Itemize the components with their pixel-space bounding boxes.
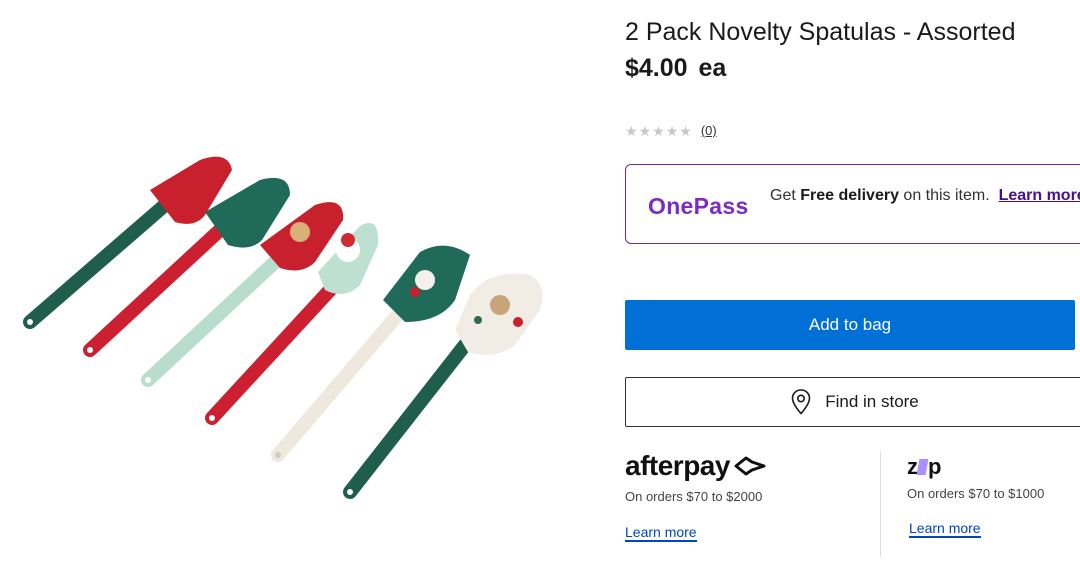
zip-logo-mark <box>916 459 929 475</box>
price-value: $4.00 <box>625 54 688 82</box>
rating: ★ ★ ★ ★ ★ (0) <box>625 123 717 138</box>
star-icon: ★ <box>679 122 692 139</box>
onepass-text-bold: Free delivery <box>800 187 899 204</box>
star-icon: ★ <box>652 122 665 139</box>
payment-divider <box>880 452 881 557</box>
product-title: 2 Pack Novelty Spatulas - Assorted <box>625 18 1016 46</box>
zip-logo: z p <box>907 454 941 480</box>
find-in-store-button[interactable]: Find in store <box>625 377 1080 427</box>
afterpay-arrows-icon <box>734 456 766 476</box>
afterpay-logo: afterpay <box>625 450 768 482</box>
find-in-store-label: Find in store <box>825 392 919 411</box>
star-icon: ★ <box>638 122 652 139</box>
onepass-promo: OnePass Get Free delivery on this item. … <box>625 164 1080 244</box>
location-pin-icon <box>791 389 811 415</box>
spatula-5 <box>271 245 470 462</box>
star-icon: ★ <box>665 122 679 139</box>
add-to-bag-button[interactable]: Add to bag <box>625 300 1075 350</box>
zip-logo-right: p <box>928 454 941 479</box>
afterpay-note: On orders $70 to $2000 <box>625 489 763 504</box>
onepass-text-prefix: Get <box>770 187 801 204</box>
star-icon: ★ <box>625 122 638 139</box>
zip-note: On orders $70 to $1000 <box>907 486 1045 501</box>
onepass-text-suffix: on this item. <box>898 187 990 204</box>
price-unit: ea <box>698 54 727 82</box>
afterpay-wordmark: afterpay <box>625 450 730 481</box>
zip-logo-left: z <box>907 454 918 479</box>
product-image[interactable] <box>0 0 600 569</box>
onepass-learn-more-link[interactable]: Learn more <box>999 187 1080 204</box>
onepass-message: Get Free delivery on this item. Learn mo… <box>770 185 1080 206</box>
product-price: $4.00 ea <box>625 54 726 83</box>
afterpay-learn-more-link[interactable]: Learn more <box>625 524 697 542</box>
spatulas-illustration <box>23 156 543 499</box>
onepass-logo: OnePass <box>648 193 749 219</box>
zip-learn-more-link[interactable]: Learn more <box>909 520 981 538</box>
review-count-link[interactable]: (0) <box>701 123 717 138</box>
